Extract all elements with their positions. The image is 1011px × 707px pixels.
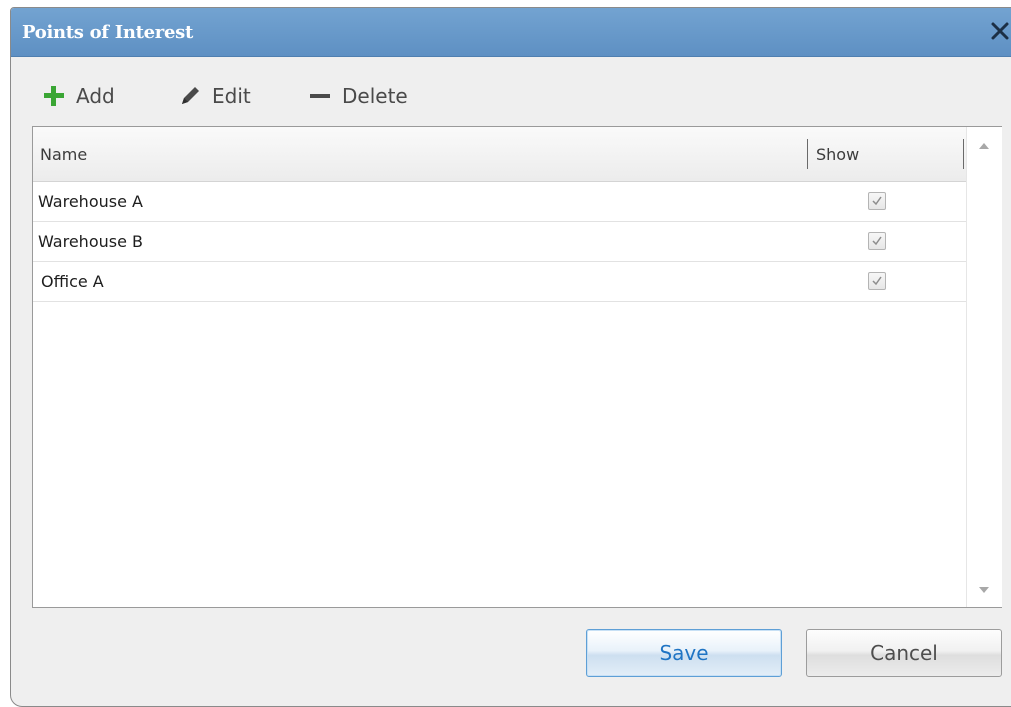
dialog-title: Points of Interest [22,22,193,43]
minus-icon [310,94,330,98]
vertical-scrollbar[interactable] [966,127,1002,607]
delete-label: Delete [342,84,408,108]
close-icon [991,22,1009,40]
show-checkbox[interactable] [868,232,886,250]
add-button[interactable]: Add [41,78,115,114]
row-name: Warehouse B [38,232,143,251]
pencil-icon [182,87,199,104]
checkmark-icon [872,196,882,206]
toolbar: Add Edit Delete [11,78,611,114]
plus-icon [44,86,64,106]
column-divider[interactable] [807,139,808,169]
delete-button[interactable]: Delete [307,78,408,114]
grid-header: Name Show [33,127,966,182]
checkmark-icon [872,236,882,246]
close-button[interactable] [988,18,1011,46]
edit-label: Edit [212,84,251,108]
edit-button[interactable]: Edit [177,78,251,114]
scroll-up-arrow-icon[interactable] [977,141,991,151]
show-checkbox[interactable] [868,192,886,210]
column-header-show[interactable]: Show [816,145,859,164]
table-row[interactable]: Warehouse A [33,182,966,222]
save-button[interactable]: Save [586,629,782,677]
points-grid: Name Show Warehouse A Warehouse B Office… [32,126,1002,608]
table-row[interactable]: Warehouse B [33,222,966,262]
add-label: Add [76,84,115,108]
scroll-down-arrow-icon[interactable] [977,585,991,595]
checkmark-icon [872,276,882,286]
row-name: Warehouse A [38,192,143,211]
show-checkbox[interactable] [868,272,886,290]
table-row[interactable]: Office A [33,262,966,302]
column-header-name[interactable]: Name [40,145,87,164]
cancel-button[interactable]: Cancel [806,629,1002,677]
row-name: Office A [41,272,104,291]
title-bar: Points of Interest [11,8,1011,57]
column-divider[interactable] [963,139,964,169]
points-of-interest-dialog: Points of Interest Add Edit Delete Name … [10,7,1011,707]
